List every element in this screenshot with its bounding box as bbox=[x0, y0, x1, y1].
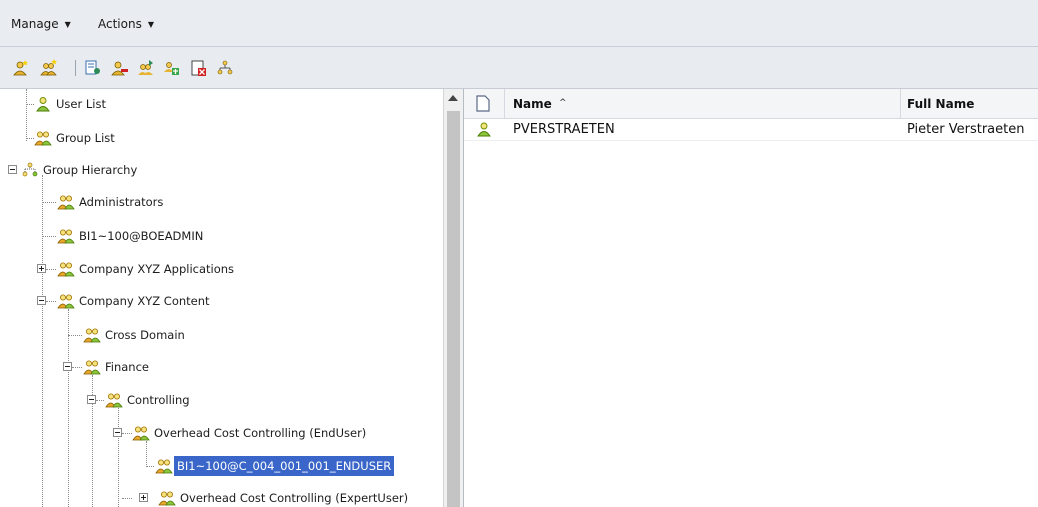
group-icon bbox=[155, 458, 173, 474]
tree-item-label: BI1~100@BOEADMIN bbox=[79, 229, 204, 243]
group-icon bbox=[105, 392, 123, 408]
table-row[interactable]: PVERSTRAETEN Pieter Verstraeten bbox=[464, 119, 1038, 141]
tree-connector bbox=[122, 498, 132, 499]
tree-connector bbox=[26, 104, 34, 105]
tree-item-label: Administrators bbox=[79, 195, 164, 209]
collapse-toggle-icon[interactable] bbox=[37, 296, 46, 305]
tree-item-label: Finance bbox=[105, 360, 149, 374]
cell-name: PVERSTRAETEN bbox=[513, 122, 615, 137]
column-separator bbox=[900, 89, 901, 119]
tree-item-label: BI1~100@C_004_001_001_ENDUSER bbox=[174, 456, 395, 476]
tree-connector bbox=[46, 301, 56, 302]
tree-connector bbox=[26, 138, 34, 139]
tree-item-label: User List bbox=[56, 97, 106, 111]
hierarchy-icon bbox=[21, 162, 39, 178]
tree-connector bbox=[68, 335, 82, 336]
column-header-full-name[interactable]: Full Name bbox=[907, 97, 974, 111]
collapse-toggle-icon[interactable] bbox=[8, 165, 17, 174]
expand-toggle-icon[interactable] bbox=[139, 493, 148, 502]
collapse-toggle-icon[interactable] bbox=[63, 362, 72, 371]
tree-item-label: Overhead Cost Controlling (ExpertUser) bbox=[180, 491, 409, 505]
tree-connector bbox=[42, 202, 56, 203]
tree-item-label: Cross Domain bbox=[105, 328, 185, 342]
grid-header: Name ^ Full Name bbox=[464, 89, 1038, 119]
tree-connector bbox=[96, 400, 104, 401]
group-icon bbox=[57, 194, 75, 210]
tree-connector bbox=[42, 175, 43, 507]
properties-icon[interactable] bbox=[84, 59, 102, 77]
tree-item-label: Controlling bbox=[127, 393, 190, 407]
user-icon bbox=[477, 122, 491, 140]
user-icon bbox=[34, 96, 52, 112]
join-group-icon[interactable] bbox=[163, 59, 181, 77]
menu-bar: Manage ▼ Actions ▼ bbox=[0, 0, 1038, 47]
tree-item-label: Overhead Cost Controlling (EndUser) bbox=[154, 426, 367, 440]
toolbar bbox=[0, 47, 1038, 89]
manage-menu-label: Manage bbox=[11, 17, 59, 31]
group-icon bbox=[83, 327, 101, 343]
tree-connector bbox=[68, 309, 69, 507]
tree-scrollbar[interactable] bbox=[443, 89, 463, 507]
new-user-icon[interactable] bbox=[12, 59, 30, 77]
tree-connector bbox=[72, 367, 82, 368]
chevron-down-icon: ▼ bbox=[147, 20, 154, 29]
tree-item-label: Company XYZ Content bbox=[79, 294, 210, 308]
group-icon bbox=[57, 293, 75, 309]
expand-toggle-icon[interactable] bbox=[37, 264, 46, 273]
group-icon bbox=[57, 228, 75, 244]
tree-panel: User List Group List Group Hierarchy Adm… bbox=[0, 89, 464, 507]
tree-connector bbox=[146, 441, 147, 467]
scroll-up-icon[interactable] bbox=[448, 95, 458, 101]
cell-full-name: Pieter Verstraeten bbox=[907, 122, 1025, 137]
column-header-name[interactable]: Name ^ bbox=[513, 97, 567, 111]
tree-connector bbox=[118, 408, 119, 507]
group-icon bbox=[83, 359, 101, 375]
tree-connector bbox=[26, 89, 27, 141]
sort-ascending-icon: ^ bbox=[558, 98, 567, 108]
add-to-group-icon[interactable] bbox=[137, 59, 155, 77]
actions-menu-label: Actions bbox=[98, 17, 142, 31]
group-icon bbox=[57, 261, 75, 277]
scrollbar-thumb[interactable] bbox=[447, 111, 460, 507]
toolbar-separator bbox=[75, 60, 76, 76]
remove-user-icon[interactable] bbox=[111, 59, 129, 77]
tree-item-label: Group List bbox=[56, 131, 115, 145]
document-icon bbox=[476, 95, 490, 115]
group-icon bbox=[132, 425, 150, 441]
tree-connector bbox=[122, 433, 132, 434]
group-icon bbox=[158, 490, 176, 506]
hierarchy-icon[interactable] bbox=[216, 59, 234, 77]
new-group-icon[interactable] bbox=[40, 59, 58, 77]
tree-connector bbox=[42, 236, 56, 237]
tree-item-label: Group Hierarchy bbox=[43, 163, 138, 177]
delete-icon[interactable] bbox=[190, 59, 208, 77]
chevron-down-icon: ▼ bbox=[64, 20, 71, 29]
manage-menu[interactable]: Manage ▼ bbox=[11, 17, 71, 31]
user-grid: Name ^ Full Name PVERSTRAETEN Pieter Ver… bbox=[464, 89, 1038, 507]
column-separator bbox=[504, 89, 505, 119]
tree-connector bbox=[146, 466, 154, 467]
column-header-label: Name bbox=[513, 97, 552, 111]
tree-item-label: Company XYZ Applications bbox=[79, 262, 235, 276]
actions-menu[interactable]: Actions ▼ bbox=[98, 17, 154, 31]
collapse-toggle-icon[interactable] bbox=[87, 395, 96, 404]
group-icon bbox=[34, 130, 52, 146]
collapse-toggle-icon[interactable] bbox=[113, 428, 122, 437]
tree-connector bbox=[46, 269, 56, 270]
